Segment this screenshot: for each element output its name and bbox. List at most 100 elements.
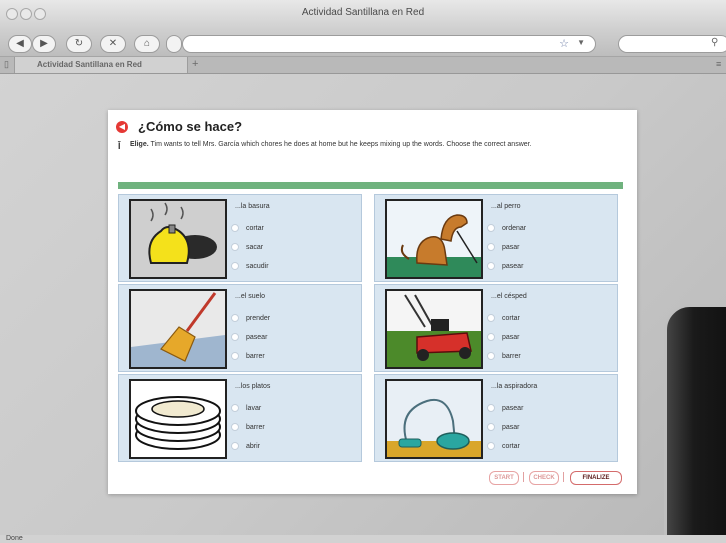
radio-button[interactable] [231, 243, 239, 252]
answer-option[interactable]: pasar [487, 243, 520, 253]
back-arrow-icon: ◀ [16, 38, 24, 49]
tab-actividad[interactable]: Actividad Santillana en Red [14, 57, 188, 73]
radio-button[interactable] [231, 423, 239, 432]
instruction-icon: Ī [118, 141, 121, 151]
radio-button[interactable] [487, 352, 495, 361]
answer-option[interactable]: cortar [231, 224, 264, 234]
question-prompt: ...al perro [491, 203, 521, 210]
check-button[interactable]: CHECK [529, 471, 559, 485]
forward-arrow-icon: ▶ [40, 38, 48, 49]
answer-option[interactable]: barrer [231, 423, 265, 433]
radio-button[interactable] [231, 442, 239, 451]
phone-image [664, 304, 726, 543]
answer-option[interactable]: cortar [487, 314, 520, 324]
start-button[interactable]: START [489, 471, 519, 485]
answer-option[interactable]: lavar [231, 404, 261, 414]
question-card: ...la aspiradora pasear pasar cortar [374, 374, 618, 462]
finalize-button[interactable]: FINALIZE [570, 471, 622, 485]
reload-icon: ↻ [74, 38, 84, 49]
radio-button[interactable] [231, 224, 239, 233]
radio-button[interactable] [487, 262, 495, 271]
option-label: sacudir [246, 263, 269, 270]
radio-button[interactable] [231, 314, 239, 323]
broom-illustration [129, 289, 227, 369]
bookmark-star-icon[interactable]: ☆ [559, 37, 569, 50]
option-label: cortar [502, 315, 520, 322]
question-prompt: ...los platos [235, 383, 271, 390]
answer-option[interactable]: sacar [231, 243, 263, 253]
question-prompt: ...el suelo [235, 293, 265, 300]
search-field[interactable]: ⚲ [618, 35, 726, 53]
browser-window: Actividad Santillana en Red ◀ ▶ ↻ ✕ ⌂ ☆ … [0, 0, 726, 543]
radio-button[interactable] [231, 352, 239, 361]
option-label: pasear [502, 405, 524, 412]
radio-button[interactable] [231, 333, 239, 342]
answer-option[interactable]: cortar [487, 442, 520, 452]
title-bar: Actividad Santillana en Red [0, 0, 726, 30]
radio-button[interactable] [487, 314, 495, 323]
activity-heading: ¿Cómo se hace? [138, 119, 243, 134]
browser-toolbar: ◀ ▶ ↻ ✕ ⌂ ☆ ▼ ⚲ [0, 30, 726, 57]
option-label: pasar [502, 244, 520, 251]
status-text: Done [6, 535, 23, 542]
option-label: pasar [502, 334, 520, 341]
option-label: barrer [246, 353, 265, 360]
home-icon: ⌂ [143, 38, 151, 49]
answer-option[interactable]: barrer [231, 352, 265, 362]
dog-icon [387, 201, 481, 277]
option-label: sacar [246, 244, 264, 251]
window-title: Actividad Santillana en Red [301, 7, 425, 18]
url-bar[interactable]: ☆ ▼ [182, 35, 596, 53]
radio-button[interactable] [487, 333, 495, 342]
dropdown-arrow-icon[interactable]: ▼ [577, 38, 585, 47]
radio-button[interactable] [487, 224, 495, 233]
dishes-illustration [129, 379, 227, 459]
answer-option[interactable]: pasear [487, 404, 523, 414]
answer-option[interactable]: pasar [487, 333, 520, 343]
radio-button[interactable] [487, 243, 495, 252]
question-prompt: ...la aspiradora [491, 383, 538, 390]
answer-option[interactable]: abrir [231, 442, 260, 452]
question-grid: ...la basura cortar sacar sacudir ...al … [118, 190, 623, 465]
answer-option[interactable]: barrer [487, 352, 521, 362]
option-label: cortar [502, 443, 520, 450]
answer-option[interactable]: pasear [487, 262, 523, 272]
radio-button[interactable] [487, 423, 495, 432]
dog-illustration [385, 199, 483, 279]
garbage-illustration [129, 199, 227, 279]
audio-icon[interactable]: ◀ [116, 121, 128, 133]
forward-button[interactable]: ▶ [32, 35, 56, 53]
activity-panel: ◀ ¿Cómo se hace? Ī Elige. Tim wants to t… [108, 110, 637, 494]
option-label: lavar [246, 405, 262, 412]
vacuum-icon [387, 381, 481, 457]
answer-option[interactable]: pasar [487, 423, 520, 433]
stop-icon: ✕ [108, 38, 118, 49]
tab-strip: ▯ Actividad Santillana en Red + ≡ [0, 57, 726, 74]
answer-option[interactable]: pasear [231, 333, 267, 343]
status-bar: Done [0, 535, 726, 543]
radio-button[interactable] [231, 262, 239, 271]
option-label: prender [246, 315, 271, 322]
radio-button[interactable] [487, 404, 495, 413]
radio-button[interactable] [231, 404, 239, 413]
instruction-body: Tim wants to tell Mrs. García which chor… [148, 141, 532, 148]
question-prompt: ...la basura [235, 203, 270, 210]
option-label: abrir [246, 443, 261, 450]
button-divider [563, 472, 564, 482]
option-label: pasear [502, 263, 524, 270]
site-identity-button[interactable] [166, 35, 182, 53]
answer-option[interactable]: ordenar [487, 224, 526, 234]
tab-list-icon[interactable]: ≡ [716, 59, 721, 69]
answer-option[interactable]: sacudir [231, 262, 269, 272]
new-tab-button[interactable]: + [192, 58, 198, 70]
instruction-text: Elige. Tim wants to tell Mrs. García whi… [130, 140, 600, 149]
back-button[interactable]: ◀ [8, 35, 32, 53]
garbage-icon [131, 201, 225, 277]
answer-option[interactable]: prender [231, 314, 270, 324]
instruction-label: Elige. [130, 141, 149, 148]
radio-button[interactable] [487, 442, 495, 451]
question-card: ...los platos lavar barrer abrir [118, 374, 362, 462]
stop-button[interactable]: ✕ [100, 35, 126, 53]
reload-button[interactable]: ↻ [66, 35, 92, 53]
home-button[interactable]: ⌂ [134, 35, 160, 53]
